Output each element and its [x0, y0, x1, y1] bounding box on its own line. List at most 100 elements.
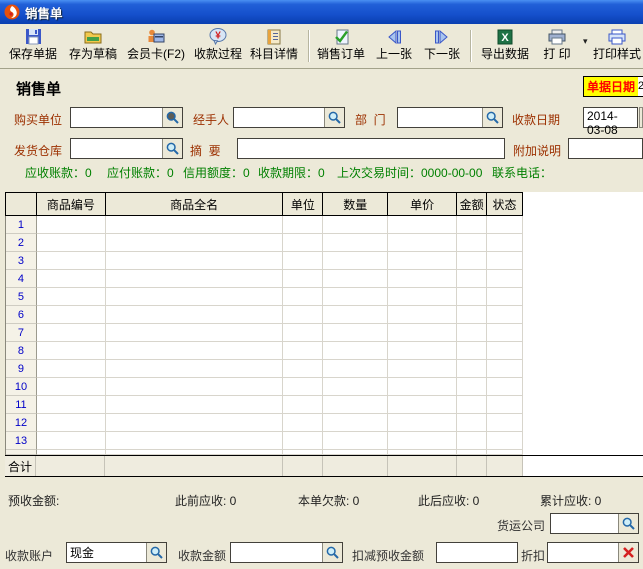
grid-cell[interactable]: [487, 270, 523, 288]
grid-cell[interactable]: [37, 306, 106, 324]
grid-cell[interactable]: [283, 378, 323, 396]
grid-cell[interactable]: [388, 324, 457, 342]
member-card-button[interactable]: 会员卡(F2): [124, 27, 188, 65]
summary-input[interactable]: [238, 139, 504, 158]
grid-cell[interactable]: [106, 342, 284, 360]
row-number-cell[interactable]: 11: [6, 396, 37, 414]
grid-cell[interactable]: [487, 216, 523, 234]
grid-cell[interactable]: [323, 216, 388, 234]
row-number-cell[interactable]: 8: [6, 342, 37, 360]
grid-cell[interactable]: [388, 432, 457, 450]
grid-cell[interactable]: [106, 234, 284, 252]
grid-cell[interactable]: [106, 396, 284, 414]
grid-cell[interactable]: [457, 342, 487, 360]
grid-cell[interactable]: [37, 396, 106, 414]
grid-cell[interactable]: [323, 414, 388, 432]
grid-cell[interactable]: [388, 288, 457, 306]
freight-input[interactable]: [551, 514, 618, 533]
grid-cell[interactable]: [106, 324, 284, 342]
grid-cell[interactable]: [487, 342, 523, 360]
grid-cell[interactable]: [37, 234, 106, 252]
row-number-cell[interactable]: 2: [6, 234, 37, 252]
grid-cell[interactable]: [487, 414, 523, 432]
grid-cell[interactable]: [457, 360, 487, 378]
save-button[interactable]: 保存单据: [4, 27, 62, 65]
grid-cell[interactable]: [323, 324, 388, 342]
department-input[interactable]: [398, 108, 482, 127]
collect-date-dropdown-button[interactable]: [639, 107, 643, 128]
grid-cell[interactable]: [388, 360, 457, 378]
grid-cell[interactable]: [37, 288, 106, 306]
grid-cell[interactable]: [487, 288, 523, 306]
grid-cell[interactable]: [106, 378, 284, 396]
grid-cell[interactable]: [457, 324, 487, 342]
grid-cell[interactable]: [388, 396, 457, 414]
print-button[interactable]: 打 印: [536, 27, 578, 65]
row-number-cell[interactable]: 5: [6, 288, 37, 306]
grid-cell[interactable]: [37, 432, 106, 450]
grid-cell[interactable]: [283, 360, 323, 378]
grid-cell[interactable]: [37, 360, 106, 378]
row-number-cell[interactable]: 13: [6, 432, 37, 450]
handler-input[interactable]: [234, 108, 324, 127]
doc-date-badge[interactable]: 单据日期: [583, 76, 639, 97]
grid-cell[interactable]: [37, 252, 106, 270]
grid-cell[interactable]: [106, 252, 284, 270]
grid-cell[interactable]: [37, 270, 106, 288]
grid-cell[interactable]: [457, 288, 487, 306]
grid-cell[interactable]: [487, 324, 523, 342]
collect-date-field[interactable]: 2014-03-08: [583, 107, 638, 128]
department-lookup-button[interactable]: [482, 108, 502, 127]
grid-cell[interactable]: [37, 414, 106, 432]
grid-cell[interactable]: [106, 360, 284, 378]
grid-cell[interactable]: [457, 216, 487, 234]
grid-cell[interactable]: [323, 378, 388, 396]
grid-cell[interactable]: [283, 432, 323, 450]
row-number-cell[interactable]: 6: [6, 306, 37, 324]
grid-cell[interactable]: [106, 414, 284, 432]
grid-cell[interactable]: [487, 234, 523, 252]
grid-cell[interactable]: [388, 216, 457, 234]
amount-input[interactable]: [231, 543, 322, 562]
grid-cell[interactable]: [323, 306, 388, 324]
grid-cell[interactable]: [457, 432, 487, 450]
grid-cell[interactable]: [37, 324, 106, 342]
handler-lookup-button[interactable]: [324, 108, 344, 127]
previous-button[interactable]: 上一张: [372, 27, 416, 65]
grid-cell[interactable]: [323, 396, 388, 414]
amount-lookup-button[interactable]: [322, 543, 342, 562]
grid-cell[interactable]: [457, 270, 487, 288]
deduct-prepaid-input[interactable]: [437, 543, 517, 562]
print-style-button[interactable]: 打印样式: [592, 27, 642, 65]
freight-lookup-button[interactable]: [618, 514, 638, 533]
grid-cell[interactable]: [487, 396, 523, 414]
grid-cell[interactable]: [106, 270, 284, 288]
grid-cell[interactable]: [388, 234, 457, 252]
grid-cell[interactable]: [323, 270, 388, 288]
payment-process-button[interactable]: ¥ 收款过程: [190, 27, 246, 65]
grid-cell[interactable]: [283, 234, 323, 252]
note-input[interactable]: [569, 139, 642, 158]
grid-cell[interactable]: [283, 306, 323, 324]
grid-cell[interactable]: [283, 396, 323, 414]
grid-cell[interactable]: [283, 216, 323, 234]
grid-cell[interactable]: [106, 306, 284, 324]
row-number-cell[interactable]: 4: [6, 270, 37, 288]
grid-cell[interactable]: [37, 378, 106, 396]
warehouse-input[interactable]: [71, 139, 162, 158]
grid-cell[interactable]: [283, 324, 323, 342]
grid-cell[interactable]: [37, 342, 106, 360]
next-button[interactable]: 下一张: [420, 27, 464, 65]
row-number-cell[interactable]: 9: [6, 360, 37, 378]
grid-cell[interactable]: [457, 306, 487, 324]
grid-cell[interactable]: [487, 432, 523, 450]
grid-cell[interactable]: [283, 270, 323, 288]
grid-cell[interactable]: [106, 288, 284, 306]
grid-cell[interactable]: [457, 414, 487, 432]
row-number-cell[interactable]: 1: [6, 216, 37, 234]
save-draft-button[interactable]: 存为草稿: [64, 27, 122, 65]
account-lookup-button[interactable]: [146, 543, 166, 562]
grid-cell[interactable]: [388, 342, 457, 360]
grid-cell[interactable]: [323, 360, 388, 378]
grid-cell[interactable]: [323, 432, 388, 450]
